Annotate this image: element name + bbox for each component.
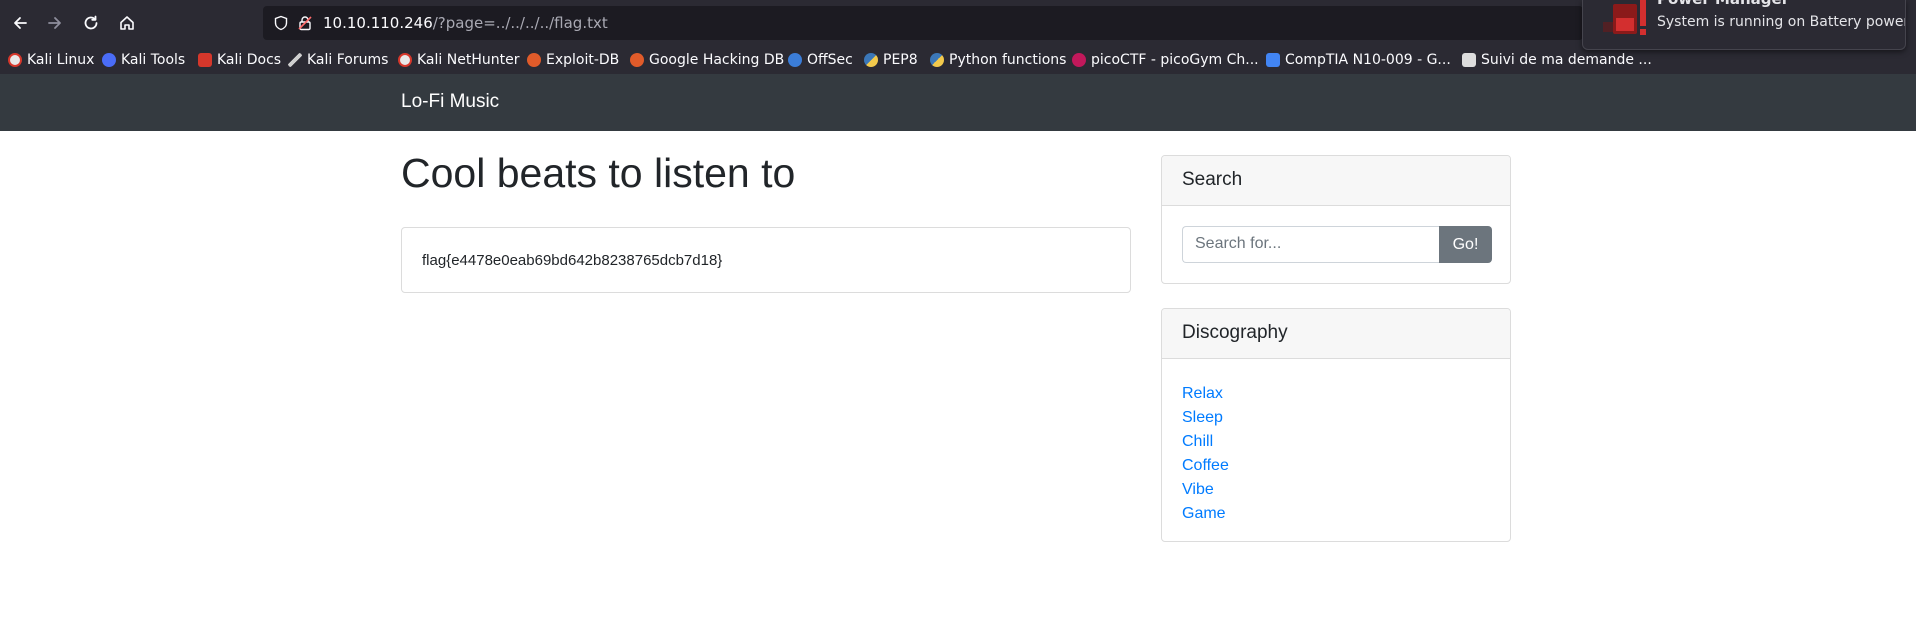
discography-link-relax[interactable]: Relax — [1182, 385, 1223, 402]
site-brand-link[interactable]: Lo-Fi Music — [401, 91, 499, 113]
back-button[interactable] — [5, 8, 35, 38]
page-title: Cool beats to listen to — [401, 150, 796, 196]
list-item: Relax — [1182, 381, 1229, 405]
bookmark-python-functions[interactable]: Python functions — [930, 50, 1066, 70]
bookmark-offsec[interactable]: OffSec — [788, 50, 853, 70]
bookmark-label: CompTIA N10-009 - G... — [1285, 52, 1451, 68]
bookmark-pep8[interactable]: PEP8 — [864, 50, 918, 70]
bookmark-label: Python functions — [949, 52, 1067, 68]
bookmark-label: Google Hacking DB — [649, 52, 785, 68]
offsec-icon — [788, 53, 802, 67]
forward-button[interactable] — [40, 8, 70, 38]
bookmark-google-hacking-db[interactable]: Google Hacking DB — [630, 50, 784, 70]
kali-nethunter-icon — [398, 53, 412, 67]
bookmark-exploit-db[interactable]: Exploit-DB — [527, 50, 619, 70]
bookmark-label: Kali Tools — [121, 52, 186, 68]
reload-icon — [84, 15, 98, 30]
arrow-left-icon — [14, 17, 27, 29]
flag-content: flag{e4478e0eab69bd642b8238765dcb7d18} — [422, 252, 723, 269]
bookmark-picoctf[interactable]: picoCTF - picoGym Ch... — [1072, 50, 1259, 70]
kali-icon — [8, 53, 22, 67]
bookmark-label: Kali NetHunter — [417, 52, 520, 68]
list-item: Coffee — [1182, 453, 1229, 477]
python-icon — [930, 53, 944, 67]
battery-warning-icon — [1603, 0, 1646, 35]
ghdb-icon — [630, 53, 644, 67]
bookmark-label: Suivi de ma demande ... — [1481, 52, 1652, 68]
content-card: flag{e4478e0eab69bd642b8238765dcb7d18} — [401, 227, 1131, 293]
list-item: Chill — [1182, 429, 1229, 453]
bookmark-label: PEP8 — [883, 52, 918, 68]
discography-card: Discography Relax Sleep Chill Coffee Vib… — [1161, 308, 1511, 542]
picoctf-icon — [1072, 53, 1086, 67]
bookmark-label: Exploit-DB — [546, 52, 620, 68]
bookmark-label: Kali Linux — [27, 52, 95, 68]
url-host: 10.10.110.246 — [323, 14, 433, 32]
list-item: Game — [1182, 501, 1229, 525]
url-bar[interactable]: 10.10.110.246/?page=../../../../flag.txt — [263, 6, 1583, 40]
bookmark-suivi[interactable]: Suivi de ma demande ... — [1462, 50, 1652, 70]
site-navbar: Lo-Fi Music — [0, 74, 1916, 131]
home-icon — [120, 16, 134, 30]
bookmark-label: Kali Docs — [217, 52, 282, 68]
list-item: Vibe — [1182, 477, 1229, 501]
url-text[interactable]: 10.10.110.246/?page=../../../../flag.txt — [323, 14, 608, 32]
browser-window: 10.10.110.246/?page=../../../../flag.txt… — [0, 0, 1916, 638]
search-card-header: Search — [1162, 156, 1510, 206]
exploit-db-icon — [527, 53, 541, 67]
discography-list: Relax Sleep Chill Coffee Vibe Game — [1182, 381, 1229, 525]
bookmark-kali-forums[interactable]: Kali Forums — [288, 50, 388, 70]
python-icon — [864, 53, 878, 67]
reload-button[interactable] — [76, 8, 106, 38]
home-button[interactable] — [112, 8, 142, 38]
discography-link-chill[interactable]: Chill — [1182, 433, 1213, 450]
search-input[interactable]: Search for... — [1182, 226, 1440, 263]
discography-card-header: Discography — [1162, 309, 1510, 359]
bookmark-label: picoCTF - picoGym Ch... — [1091, 52, 1259, 68]
bookmark-kali-tools[interactable]: Kali Tools — [102, 50, 185, 70]
url-path: /?page=../../../../flag.txt — [432, 14, 608, 32]
insecure-lock-icon[interactable] — [297, 15, 313, 31]
search-card: Search Search for... Go! — [1161, 155, 1511, 284]
notification-text: System is running on Battery power — [1657, 14, 1906, 30]
search-go-button[interactable]: Go! — [1439, 226, 1492, 263]
bookmark-kali-docs[interactable]: Kali Docs — [198, 50, 281, 70]
bookmark-label: OffSec — [807, 52, 853, 68]
kali-docs-icon — [198, 53, 212, 67]
kali-forums-icon — [288, 53, 302, 67]
discography-link-coffee[interactable]: Coffee — [1182, 457, 1229, 474]
list-item: Sleep — [1182, 405, 1229, 429]
bookmark-kali-linux[interactable]: Kali Linux — [8, 50, 94, 70]
battery-notification[interactable]: Power Manager System is running on Batte… — [1582, 0, 1906, 50]
bookmarks-bar: Kali Linux Kali Tools Kali Docs Kali For… — [0, 46, 1916, 74]
bookmark-comptia[interactable]: CompTIA N10-009 - G... — [1266, 50, 1451, 70]
arrow-right-icon — [48, 17, 61, 29]
bookmark-kali-nethunter[interactable]: Kali NetHunter — [398, 50, 519, 70]
docs-icon — [1266, 53, 1280, 67]
page-icon — [1462, 53, 1476, 67]
shield-icon[interactable] — [273, 15, 289, 31]
discography-link-vibe[interactable]: Vibe — [1182, 481, 1214, 498]
discography-link-sleep[interactable]: Sleep — [1182, 409, 1223, 426]
notification-title: Power Manager — [1657, 0, 1789, 8]
kali-tools-icon — [102, 53, 116, 67]
bookmark-label: Kali Forums — [307, 52, 389, 68]
discography-link-game[interactable]: Game — [1182, 505, 1226, 522]
